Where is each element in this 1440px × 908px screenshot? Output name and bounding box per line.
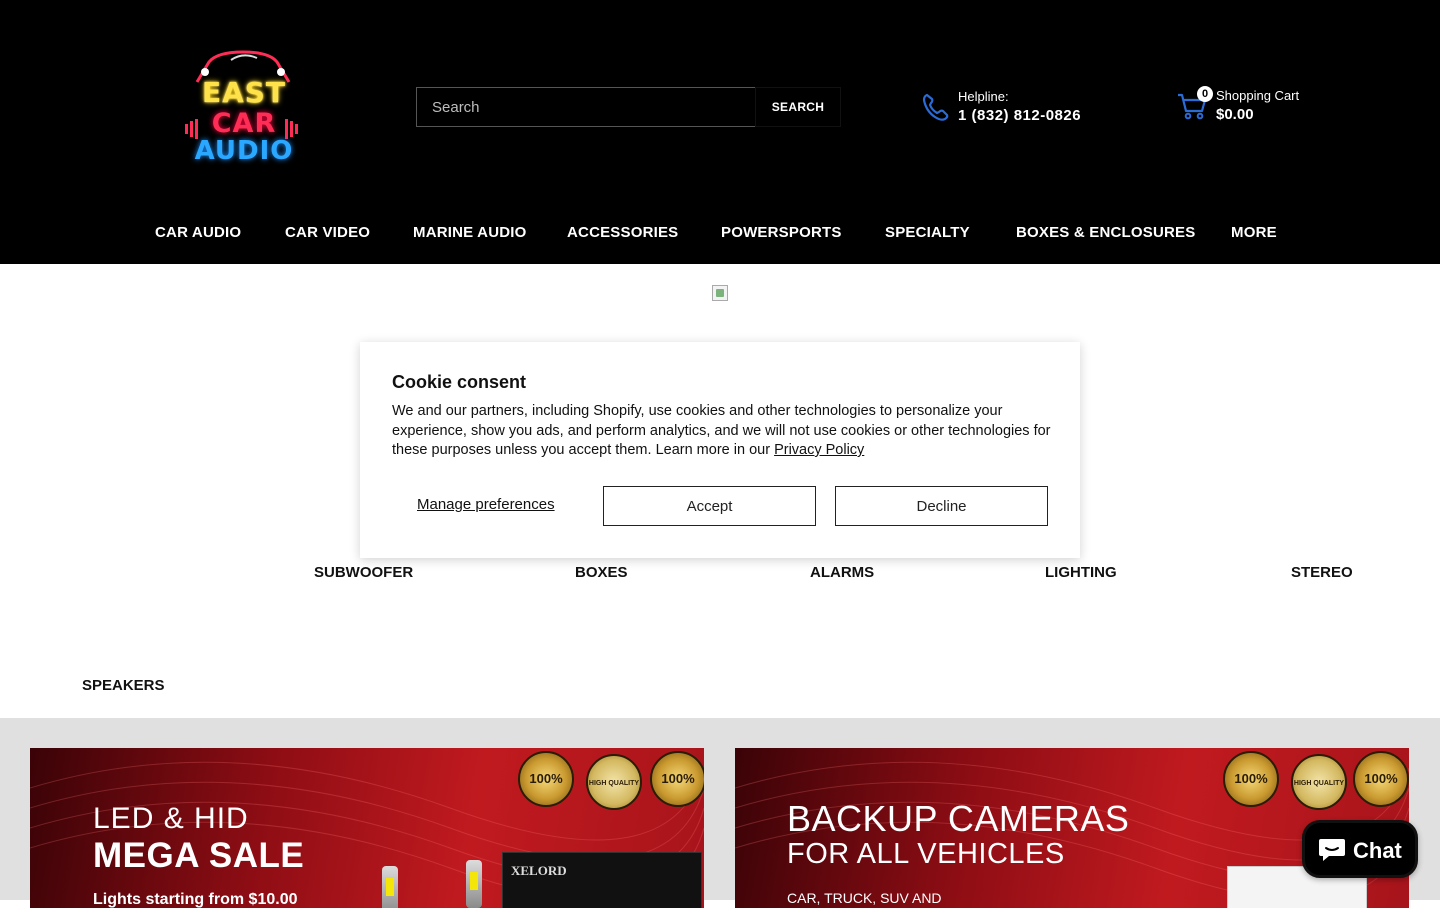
cart-label: Shopping Cart [1216,88,1300,103]
accept-button[interactable]: Accept [603,486,816,526]
nav-item-specialty[interactable]: SPECIALTY [885,224,970,241]
site-header: EAST CAR AUDIO SEARCH Helpline: 1 (832) … [0,0,1440,264]
cookie-title: Cookie consent [392,372,527,392]
category-boxes[interactable]: BOXES [575,564,628,581]
category-stereo[interactable]: STEREO [1291,564,1353,581]
store-logo[interactable]: EAST CAR AUDIO [185,48,303,170]
shopping-cart-button[interactable]: 0 Shopping Cart $0.00 [1176,86,1326,126]
nav-item-boxes-enclosures[interactable]: BOXES & ENCLOSURES [1016,224,1195,241]
satisfaction-badge-icon: 100% [1223,751,1279,807]
banner-heading: LED & HID [93,802,249,835]
nav-item-marine-audio[interactable]: MARINE AUDIO [413,224,527,241]
category-alarms[interactable]: ALARMS [810,564,874,581]
banner-subheading: FOR ALL VEHICLES [787,838,1065,870]
cookie-consent-dialog: Cookie consent We and our partners, incl… [360,342,1080,558]
chat-bubble-icon [1319,839,1345,861]
search-form: SEARCH [416,87,841,127]
category-speakers[interactable]: SPEAKERS [82,677,165,694]
sound-bars-icon [285,118,303,139]
nav-item-car-video[interactable]: CAR VIDEO [285,224,370,241]
category-subwoofer[interactable]: SUBWOOFER [314,564,413,581]
main-nav: CAR AUDIO CAR VIDEO MARINE AUDIO ACCESSO… [0,224,1440,254]
phone-icon [922,93,949,121]
privacy-policy-link[interactable]: Privacy Policy [774,442,864,458]
cookie-body-text: We and our partners, including Shopify, … [392,403,1051,458]
led-bulb-image [466,860,482,908]
chat-button[interactable]: Chat [1302,820,1418,878]
banner-caption: CAR, TRUCK, SUV AND [787,890,942,906]
nav-item-car-audio[interactable]: CAR AUDIO [155,224,241,241]
logo-line-east: EAST [201,76,287,109]
promo-banner-led-hid[interactable]: LED & HID MEGA SALE Lights starting from… [30,748,704,908]
guarantee-badge-icon: 100% [650,751,704,807]
cart-count-badge: 0 [1197,86,1213,102]
banner-heading: BACKUP CAMERAS [787,798,1130,839]
guarantee-badge-icon: 100% [1353,751,1409,807]
helpline-phone-number[interactable]: 1 (832) 812-0826 [958,107,1081,124]
satisfaction-badge-icon: 100% [518,751,574,807]
helpline-label: Helpline: [958,89,1009,104]
chat-label: Chat [1353,838,1402,863]
broken-image-icon [712,285,728,301]
nav-item-more[interactable]: MORE [1231,224,1277,241]
helpline: Helpline: 1 (832) 812-0826 [920,88,1120,128]
nav-item-powersports[interactable]: POWERSPORTS [721,224,842,241]
high-quality-badge-icon: HIGH QUALITY [586,754,642,810]
search-input[interactable] [416,87,755,127]
logo-line-audio: AUDIO [194,136,294,166]
search-button[interactable]: SEARCH [755,87,841,127]
led-bulb-image [382,866,398,908]
category-lighting[interactable]: LIGHTING [1045,564,1117,581]
decline-button[interactable]: Decline [835,486,1048,526]
cookie-message: We and our partners, including Shopify, … [392,402,1056,461]
manage-preferences-button[interactable]: Manage preferences [417,496,555,513]
cart-total: $0.00 [1216,106,1254,123]
product-brand-label: XELORD [511,863,567,878]
nav-item-accessories[interactable]: ACCESSORIES [567,224,678,241]
high-quality-badge-icon: HIGH QUALITY [1291,754,1347,810]
banner-subheading: MEGA SALE [93,836,305,875]
